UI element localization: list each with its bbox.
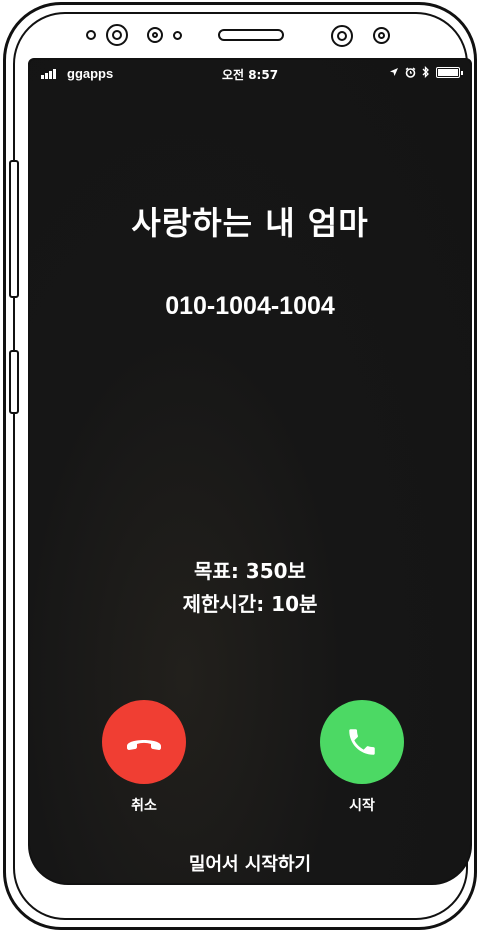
light-sensor [373,27,390,44]
phone-icon [349,729,375,755]
slide-to-start[interactable]: 밀어서 시작하기 [30,850,470,876]
earpiece-speaker [218,29,284,41]
caller-phone-number: 010-1004-1004 [165,292,335,320]
status-bar: ggapps 오전 8:57 [30,60,470,88]
incoming-call-screen: ggapps 오전 8:57 사랑하는 내 엄마 010-1004-1004 목… [28,58,472,885]
start-label: 시작 [349,798,375,814]
proximity-sensor [331,25,353,47]
hang-up-icon [127,740,161,750]
location-arrow-icon [390,68,398,76]
start-button[interactable] [320,700,404,784]
caller-name: 사랑하는 내 엄마 [131,204,369,242]
cancel-label: 취소 [131,798,157,814]
side-button-lower [9,350,19,414]
alarm-icon [405,66,416,78]
bluetooth-icon [422,66,429,78]
step-goal: 목표: 350보 [194,559,306,583]
sensor-dot [173,31,182,40]
front-camera [106,24,128,46]
time-limit: 제한시간: 10분 [182,592,318,616]
sensor-dot [86,30,96,40]
cancel-button[interactable] [102,700,186,784]
side-button-upper [9,160,19,298]
sensor-ring [147,27,163,43]
battery-icon [436,66,463,78]
